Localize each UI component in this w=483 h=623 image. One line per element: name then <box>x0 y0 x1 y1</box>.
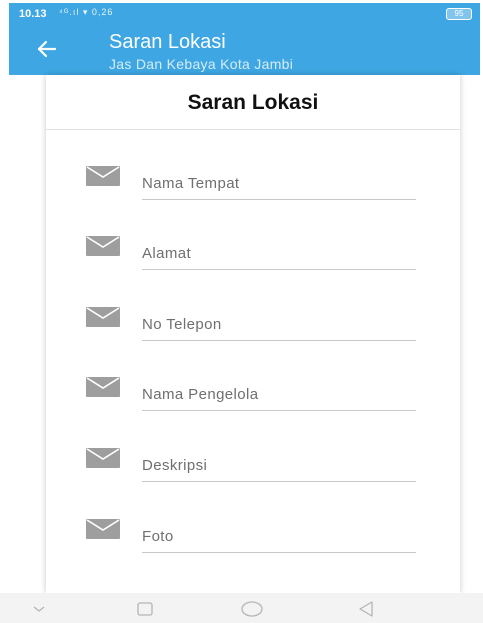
foto-input[interactable] <box>142 525 416 553</box>
suggestion-form-card: Saran Lokasi <box>46 75 460 593</box>
no-telepon-input[interactable] <box>142 313 416 341</box>
battery-icon: 95 <box>446 8 472 20</box>
nama-tempat-input[interactable] <box>142 172 416 200</box>
envelope-icon <box>86 236 120 256</box>
triangle-back-icon[interactable] <box>356 599 376 619</box>
deskripsi-input[interactable] <box>142 454 416 482</box>
nama-pengelola-input[interactable] <box>142 383 416 411</box>
app-bar: Saran Lokasi Jas Dan Kebaya Kota Jambi <box>9 25 480 75</box>
arrow-left-icon <box>37 40 57 58</box>
form-title: Saran Lokasi <box>46 75 460 130</box>
signal-wifi-icons: ⁴ᴳ.ıl ▾ 0,26 <box>59 7 114 17</box>
envelope-icon <box>86 519 120 539</box>
field-nama-tempat <box>46 166 460 206</box>
field-nama-pengelola <box>46 377 460 417</box>
system-nav-bar <box>0 593 483 623</box>
chevron-down-icon[interactable] <box>30 599 48 619</box>
envelope-icon <box>86 307 120 327</box>
field-foto <box>46 519 460 559</box>
app-bar-title: Saran Lokasi <box>109 31 226 53</box>
field-alamat <box>46 236 460 276</box>
alamat-input[interactable] <box>142 242 416 270</box>
envelope-icon <box>86 448 120 468</box>
status-bar: 10.13 ⁴ᴳ.ıl ▾ 0,26 95 <box>9 3 480 25</box>
app-bar-subtitle: Jas Dan Kebaya Kota Jambi <box>109 56 294 72</box>
square-icon[interactable] <box>135 599 155 619</box>
back-button[interactable] <box>33 35 61 63</box>
circle-icon[interactable] <box>240 599 264 619</box>
status-time: 10.13 <box>19 8 47 20</box>
envelope-icon <box>86 166 120 186</box>
field-deskripsi <box>46 448 460 488</box>
field-no-telepon <box>46 307 460 347</box>
envelope-icon <box>86 377 120 397</box>
